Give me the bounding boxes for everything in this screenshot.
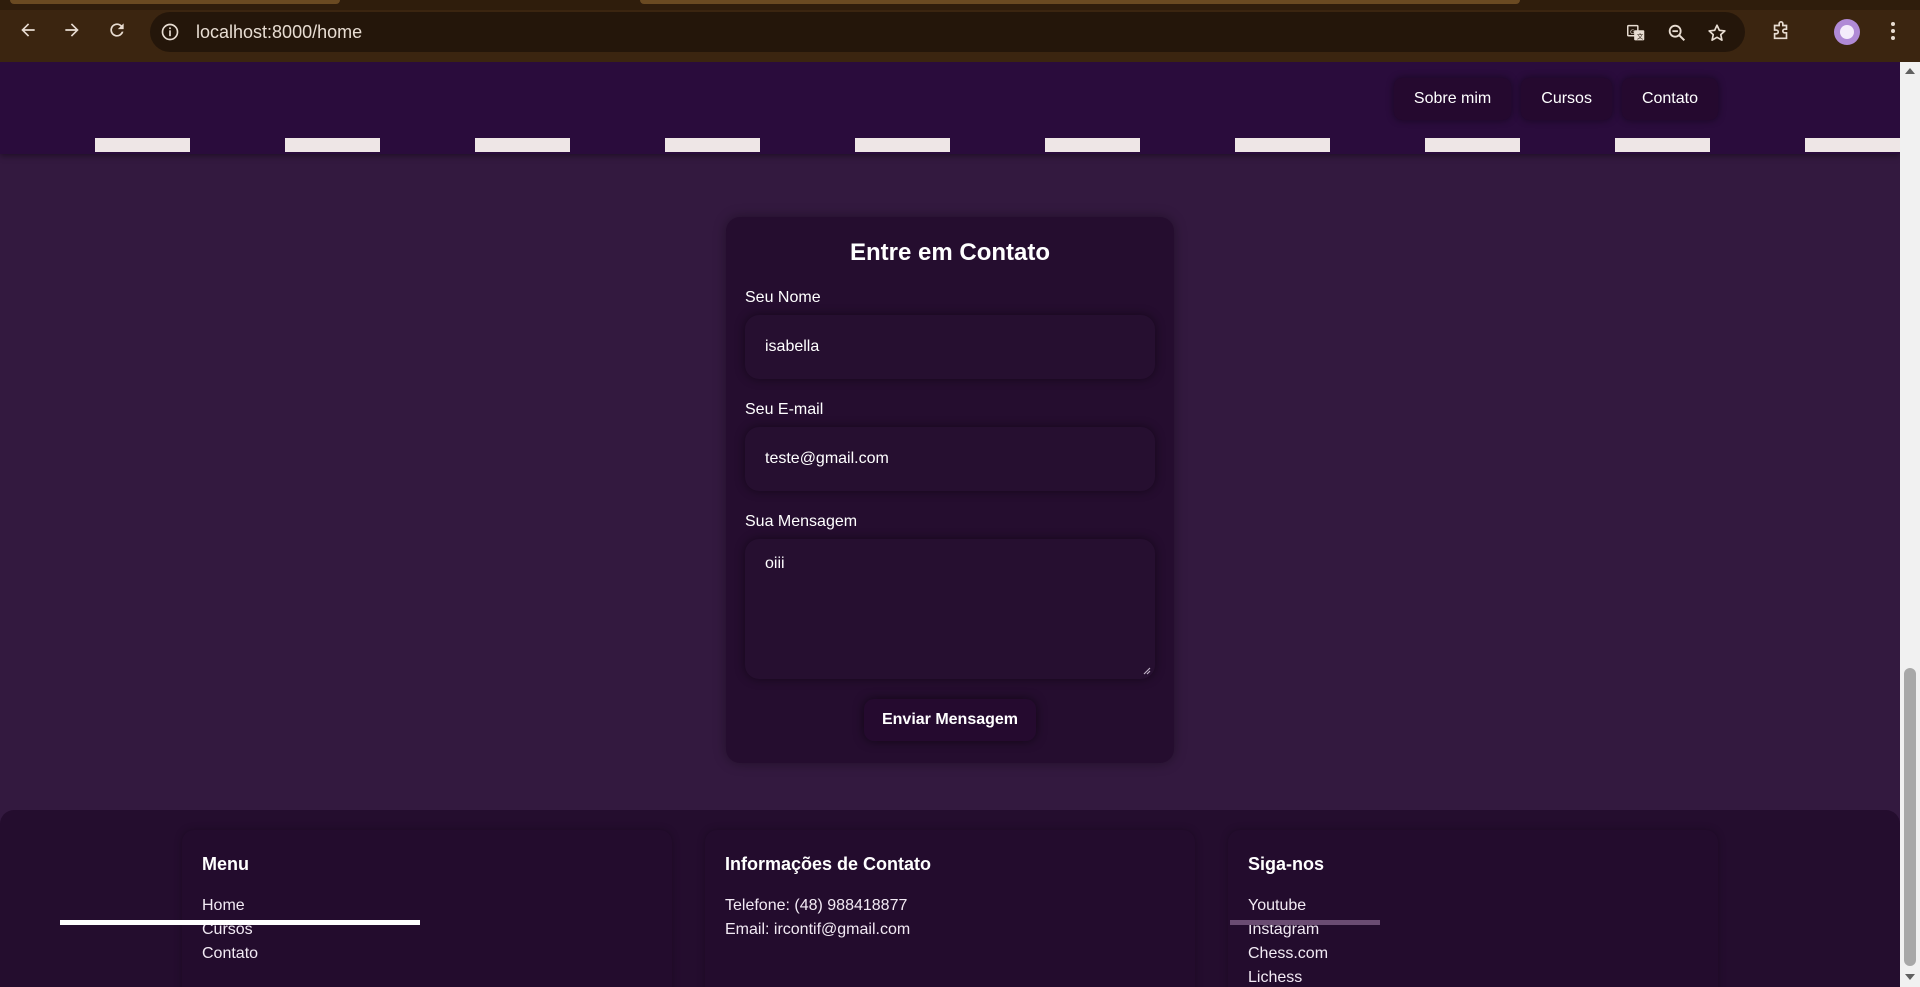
svg-text:G: G bbox=[1630, 28, 1635, 36]
dash bbox=[1045, 138, 1140, 152]
email-input[interactable] bbox=[745, 427, 1155, 491]
send-message-button[interactable]: Enviar Mensagem bbox=[864, 699, 1036, 741]
dash bbox=[1235, 138, 1330, 152]
header-dash-border bbox=[0, 138, 1900, 152]
main-nav: Sobre mim Cursos Contato bbox=[1393, 78, 1718, 120]
extensions-button[interactable] bbox=[1766, 16, 1796, 46]
footer-link-youtube[interactable]: Youtube bbox=[1248, 894, 1328, 918]
contact-form: Entre em Contato Seu Nome Seu E-mail Sua… bbox=[726, 217, 1174, 763]
kebab-menu-icon bbox=[1891, 22, 1895, 40]
forward-arrow-icon bbox=[65, 23, 79, 37]
nav-link-cursos[interactable]: Cursos bbox=[1521, 78, 1612, 120]
reload-icon bbox=[110, 23, 124, 37]
scroll-up-arrow-icon[interactable] bbox=[1905, 68, 1915, 74]
puzzle-icon bbox=[1773, 21, 1788, 40]
dash bbox=[665, 138, 760, 152]
dash bbox=[1615, 138, 1710, 152]
horizontal-scroll-indicator bbox=[1230, 920, 1380, 925]
browser-toolbar: localhost:8000/home G文 bbox=[0, 0, 1920, 62]
contact-form-title: Entre em Contato bbox=[849, 239, 1050, 266]
footer-link-contato[interactable]: Contato bbox=[202, 942, 258, 966]
footer-link-chess-com[interactable]: Chess.com bbox=[1248, 942, 1328, 966]
site-header: Sobre mim Cursos Contato bbox=[0, 62, 1900, 154]
translate-icon[interactable]: G文 bbox=[1625, 22, 1647, 44]
tab-strip bbox=[0, 0, 1920, 10]
tab-edge[interactable] bbox=[10, 0, 340, 4]
footer-link-home[interactable]: Home bbox=[202, 894, 258, 918]
name-input[interactable] bbox=[745, 315, 1155, 379]
site-footer: Menu Home Cursos Contato Informações de … bbox=[0, 810, 1900, 987]
back-arrow-icon bbox=[21, 23, 35, 37]
scrollbar-thumb[interactable] bbox=[1904, 668, 1916, 966]
footer-social-title: Siga-nos bbox=[1248, 854, 1325, 874]
avatar[interactable] bbox=[1834, 19, 1860, 45]
vertical-scrollbar[interactable] bbox=[1900, 62, 1920, 987]
footer-link-lichess[interactable]: Lichess bbox=[1248, 966, 1328, 987]
address-bar[interactable]: localhost:8000/home G文 bbox=[150, 12, 1745, 52]
horizontal-scroll-indicator bbox=[60, 920, 420, 925]
name-label: Seu Nome bbox=[745, 289, 821, 306]
scroll-down-arrow-icon[interactable] bbox=[1905, 974, 1915, 980]
footer-phone: Telefone: (48) 988418877 bbox=[725, 897, 908, 914]
footer-social-list: Youtube Instagram Chess.com Lichess bbox=[1248, 894, 1328, 987]
zoom-icon[interactable] bbox=[1666, 22, 1688, 44]
dash bbox=[855, 138, 950, 152]
dash bbox=[285, 138, 380, 152]
footer-contact-column: Informações de Contato Telefone: (48) 98… bbox=[705, 830, 1195, 987]
star-icon[interactable] bbox=[1706, 22, 1728, 44]
dash bbox=[475, 138, 570, 152]
dash bbox=[95, 138, 190, 152]
nav-link-contato[interactable]: Contato bbox=[1621, 78, 1718, 120]
footer-menu-column: Menu Home Cursos Contato bbox=[182, 830, 672, 987]
info-icon[interactable] bbox=[160, 22, 180, 42]
menu-button[interactable] bbox=[1878, 16, 1908, 46]
back-button[interactable] bbox=[12, 14, 44, 46]
svg-text:文: 文 bbox=[1637, 32, 1644, 41]
forward-button[interactable] bbox=[56, 14, 88, 46]
message-text[interactable]: oiii bbox=[765, 555, 785, 572]
tab-edge[interactable] bbox=[640, 0, 1520, 4]
footer-contact-list: Telefone: (48) 988418877 Email: ircontif… bbox=[725, 894, 910, 942]
url-text[interactable]: localhost:8000/home bbox=[196, 12, 362, 52]
footer-social-column: Siga-nos Youtube Instagram Chess.com Lic… bbox=[1228, 830, 1718, 987]
page-viewport: Sobre mim Cursos Contato Entre em Contat… bbox=[0, 62, 1900, 987]
email-label: Seu E-mail bbox=[745, 401, 824, 418]
profile-face-icon bbox=[1840, 25, 1854, 39]
footer-email: Email: ircontif@gmail.com bbox=[725, 921, 911, 938]
reload-button[interactable] bbox=[101, 14, 133, 46]
footer-menu-list: Home Cursos Contato bbox=[202, 894, 258, 966]
dash bbox=[1425, 138, 1520, 152]
footer-menu-title: Menu bbox=[202, 854, 249, 874]
footer-contact-title: Informações de Contato bbox=[725, 854, 932, 874]
resize-grip-icon[interactable] bbox=[1141, 665, 1151, 675]
nav-link-sobre-mim[interactable]: Sobre mim bbox=[1393, 78, 1512, 120]
message-textarea[interactable]: oiii bbox=[745, 539, 1155, 679]
dash bbox=[1805, 138, 1900, 152]
message-label: Sua Mensagem bbox=[745, 513, 858, 530]
